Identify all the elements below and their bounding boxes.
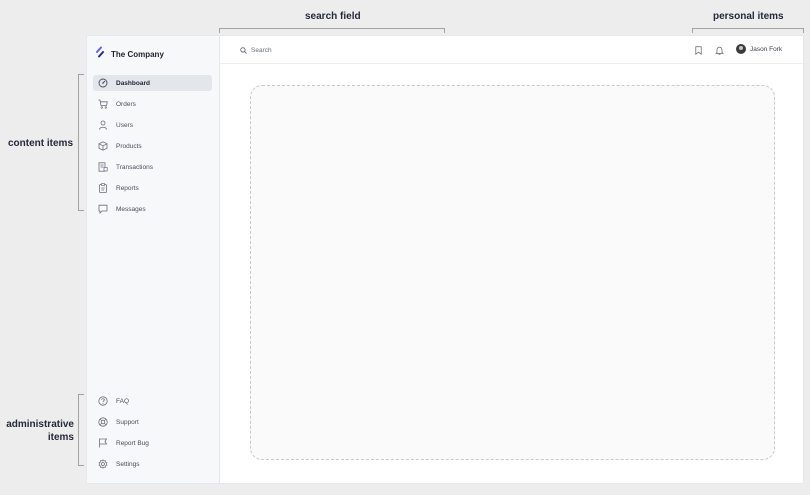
sidebar-item-label: Support (116, 418, 139, 426)
sidebar-item-orders[interactable]: Orders (93, 96, 212, 112)
search-input[interactable]: Search (240, 44, 440, 56)
sidebar-item-label: FAQ (116, 397, 130, 405)
flag-icon (97, 438, 108, 449)
logo-icon (94, 45, 106, 63)
sidebar-item-label: Report Bug (116, 439, 149, 447)
annotation-bracket-search (219, 28, 445, 33)
transactions-icon (97, 162, 108, 173)
dashboard-icon (97, 78, 108, 89)
clipboard-icon (97, 183, 108, 194)
annotation-personal-items: personal items (713, 11, 784, 22)
sidebar-item-label: Messages (116, 205, 146, 213)
sidebar-item-report-bug[interactable]: Report Bug (93, 435, 212, 451)
user-icon (97, 120, 108, 131)
bookmark-icon[interactable] (693, 45, 703, 55)
user-menu[interactable]: Jason Fork (736, 44, 782, 54)
sidebar-item-users[interactable]: Users (93, 117, 212, 133)
app-window: The Company Dashboard Orders Users Produ… (86, 35, 804, 484)
sidebar-item-products[interactable]: Products (93, 138, 212, 154)
sidebar-item-transactions[interactable]: Transactions (93, 159, 212, 175)
sidebar-item-label: Products (116, 142, 142, 150)
gear-icon (97, 459, 108, 470)
sidebar-item-settings[interactable]: Settings (93, 456, 212, 472)
support-icon (97, 417, 108, 428)
search-placeholder: Search (251, 46, 272, 54)
sidebar: The Company Dashboard Orders Users Produ… (87, 36, 220, 483)
avatar (736, 44, 746, 54)
sidebar-item-faq[interactable]: FAQ (93, 393, 212, 409)
sidebar-item-label: Dashboard (116, 79, 150, 87)
top-header: Search Jason Fork (220, 36, 803, 64)
sidebar-item-label: Users (116, 121, 133, 129)
annotation-content-items: content items (8, 138, 74, 149)
user-name: Jason Fork (750, 45, 783, 53)
sidebar-item-reports[interactable]: Reports (93, 180, 212, 196)
help-icon (97, 396, 108, 407)
annotation-bracket-admin (78, 394, 84, 466)
sidebar-item-label: Settings (116, 460, 140, 468)
message-icon (97, 204, 108, 215)
annotation-bracket-personal (692, 28, 804, 33)
sidebar-item-label: Transactions (116, 163, 153, 171)
sidebar-item-messages[interactable]: Messages (93, 201, 212, 217)
annotation-search-field: search field (305, 11, 361, 22)
box-icon (97, 141, 108, 152)
brand[interactable]: The Company (94, 45, 164, 63)
brand-name: The Company (111, 49, 164, 59)
annotation-administrative-line2: items (47, 432, 74, 443)
bell-icon[interactable] (714, 45, 724, 55)
search-icon (240, 41, 247, 59)
annotation-administrative-items: administrative items (6, 418, 74, 444)
annotation-bracket-content (78, 74, 84, 211)
annotation-administrative-line1: administrative (6, 419, 74, 430)
sidebar-item-label: Orders (116, 100, 136, 108)
sidebar-item-label: Reports (116, 184, 139, 192)
content-placeholder (250, 85, 775, 460)
cart-icon (97, 99, 108, 110)
sidebar-item-dashboard[interactable]: Dashboard (93, 75, 212, 91)
sidebar-item-support[interactable]: Support (93, 414, 212, 430)
